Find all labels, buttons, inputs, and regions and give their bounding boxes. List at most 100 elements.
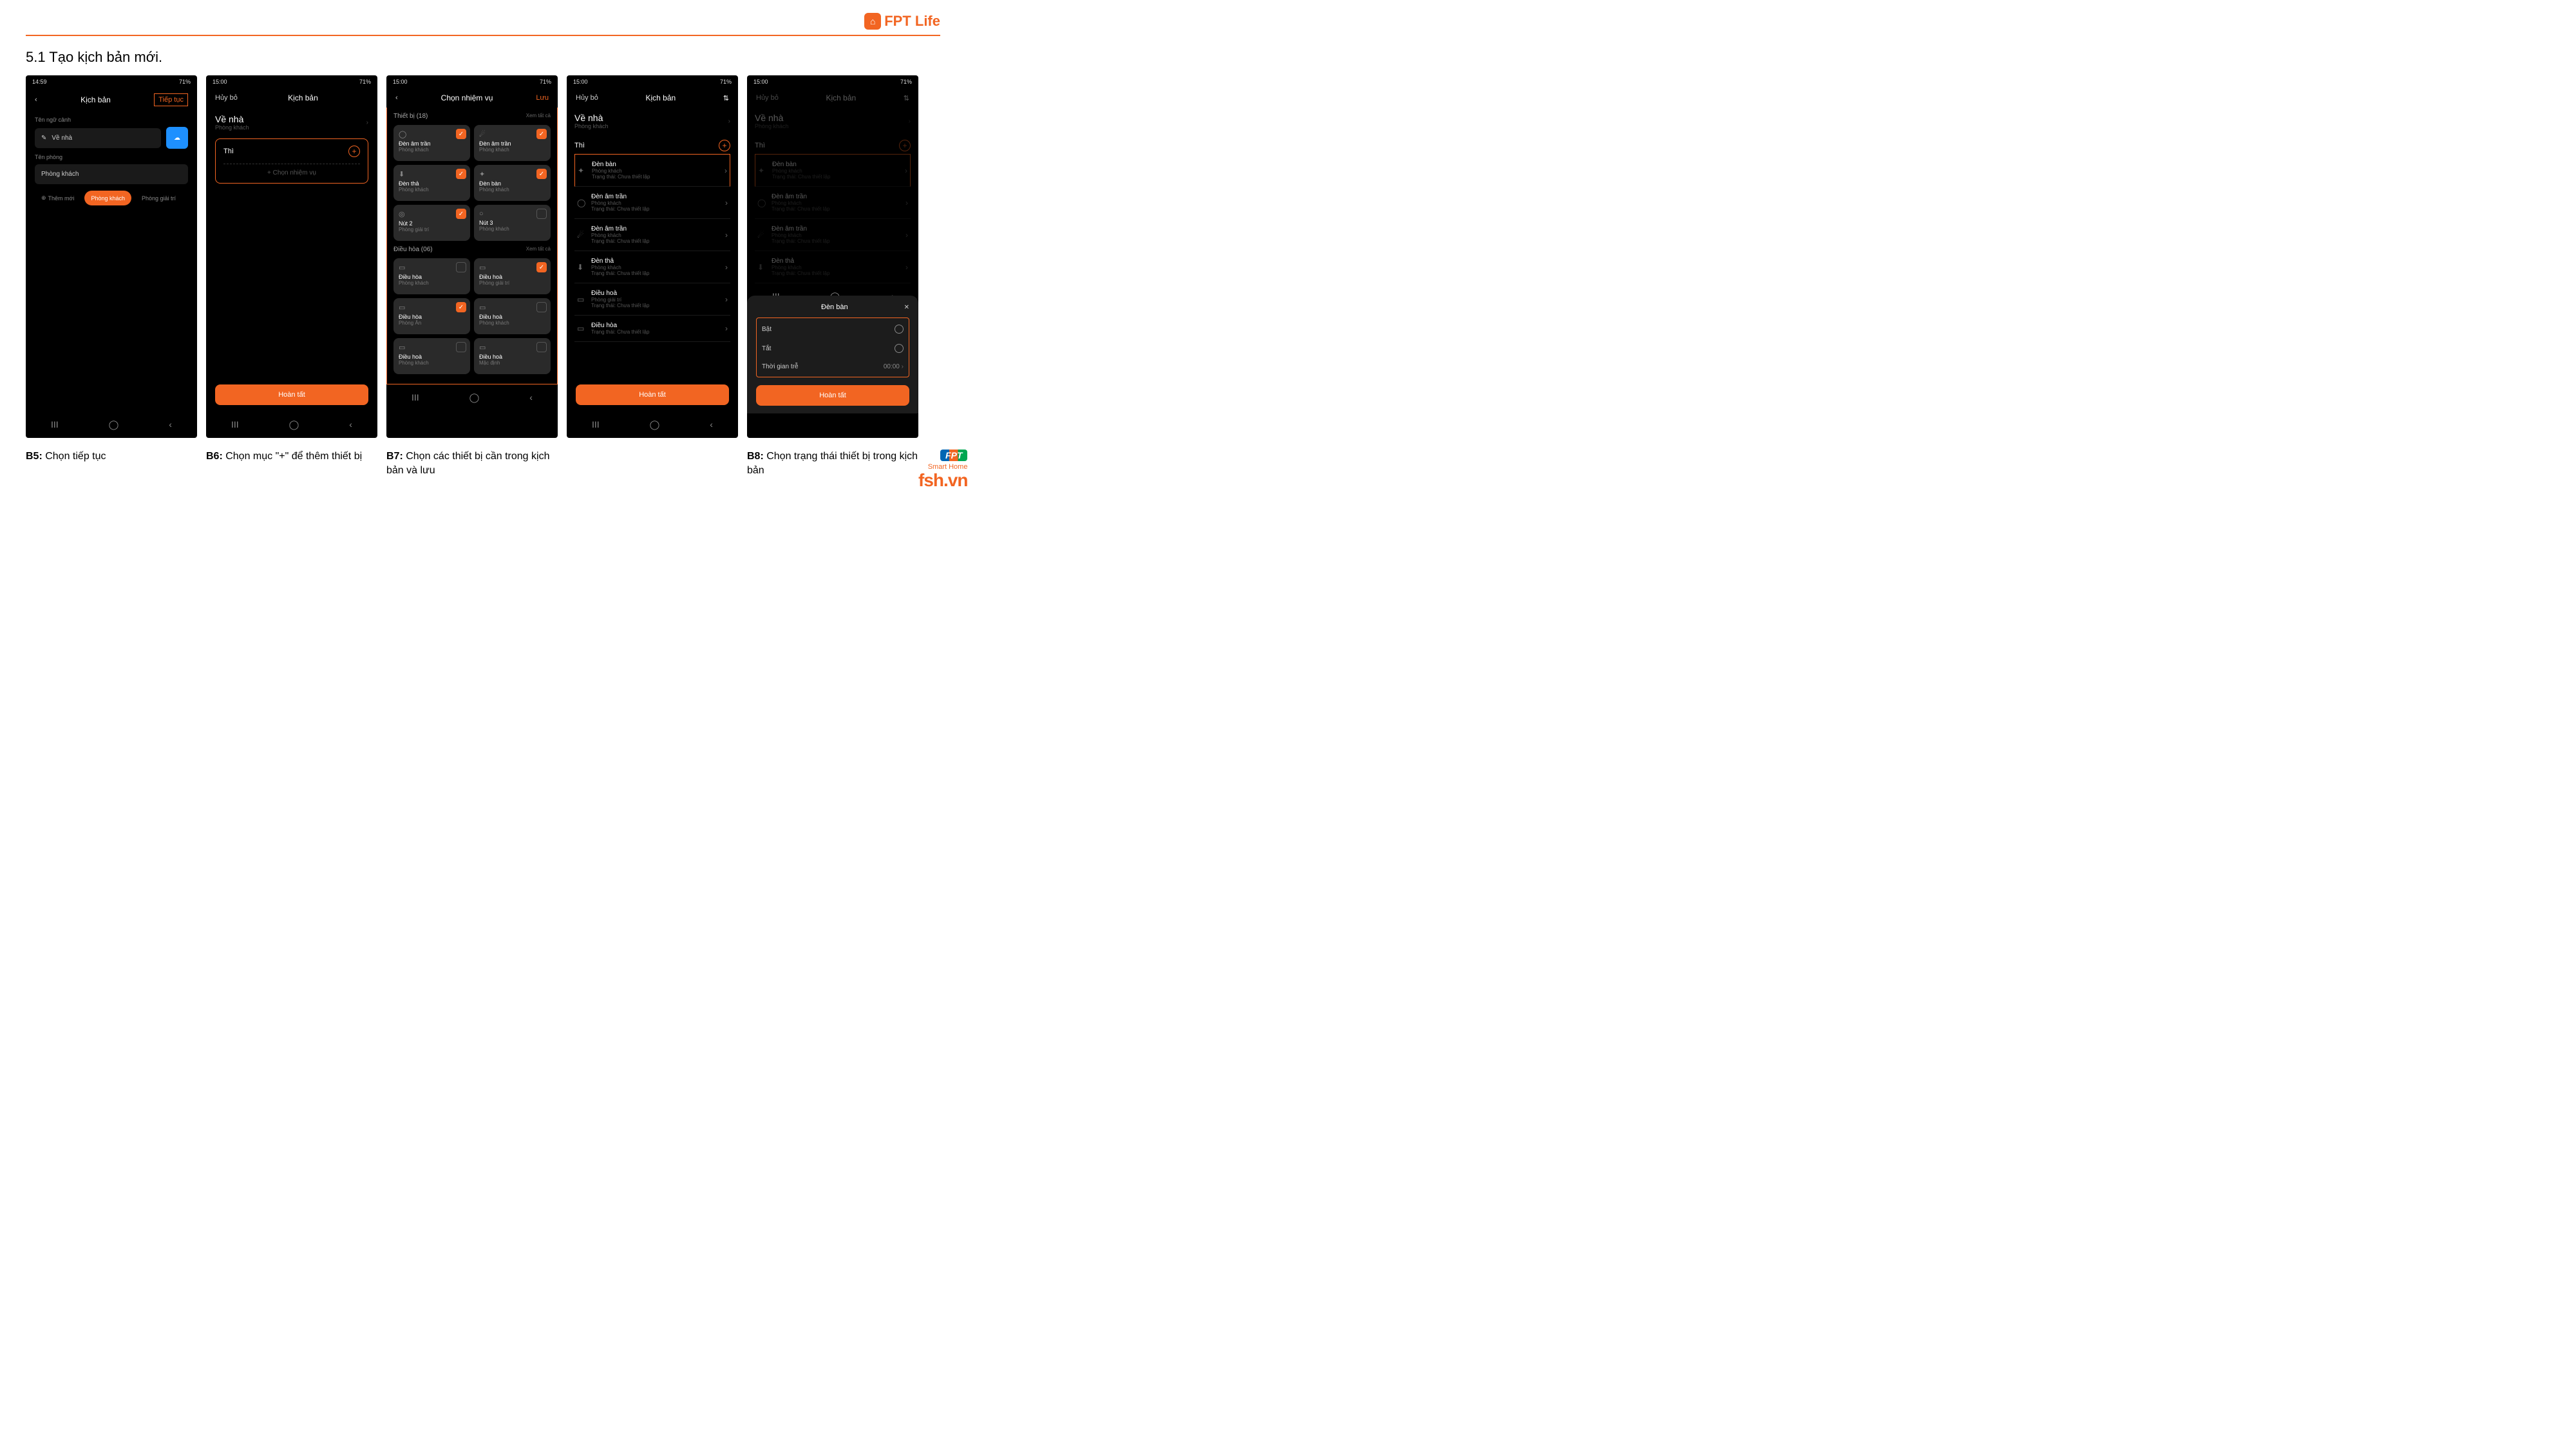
radio-icon [895,325,904,334]
device-state-sheet: Đèn bàn✕ Bật Tắt Thời gian trễ00:00 › Ho… [747,296,918,413]
chip-room-active[interactable]: Phòng khách [84,191,131,205]
add-device-button[interactable]: + [719,140,730,151]
close-icon[interactable]: ✕ [904,304,909,311]
device-row[interactable]: ▭Điều hòaTrạng thái: Chưa thiết lập› [574,316,730,342]
back-button[interactable]: ‹ [395,94,398,102]
chevron-right-icon: › [725,295,728,304]
cancel-button[interactable]: Hủy bỏ [215,94,238,102]
add-device-button[interactable]: + [348,146,360,157]
screenshot-b8-sheet: 15:0071% Hủy bỏ Kịch bản ⇅ Về nhàPhòng k… [747,75,918,438]
done-button[interactable]: Hoàn tất [756,385,909,406]
context-name-input[interactable]: ✎Về nhà [35,128,161,148]
chevron-right-icon: › [725,324,728,333]
device-icon: ⬇ [757,263,772,272]
checkbox[interactable] [536,302,547,312]
scene-name: Về nhà [215,114,249,124]
device-card[interactable]: ▭Điều hoàMặc định [474,338,551,374]
checkbox[interactable] [456,342,466,352]
chevron-right-icon[interactable]: › [366,119,368,126]
device-card[interactable]: ▭Điều hòaPhòng khách [393,258,470,294]
chevron-right-icon: › [725,263,728,272]
screenshot-b5: 14:5971% ‹ Kịch bản Tiếp tục Tên ngữ cản… [26,75,197,438]
device-card[interactable]: ▭Điều hoàPhòng khách [393,338,470,374]
save-button[interactable]: Lưu [536,94,549,102]
device-row[interactable]: ☄Đèn âm trầnPhòng kháchTrạng thái: Chưa … [755,219,911,251]
room-name-input[interactable]: Phòng khách [35,164,188,184]
device-card[interactable]: ✦Đèn bànPhòng khách✓ [474,165,551,201]
view-all-link[interactable]: Xem tất cả [526,246,551,253]
sheet-title: Đèn bàn [765,303,904,311]
device-icon: ▭ [399,263,465,272]
done-button[interactable]: Hoàn tất [576,384,729,405]
icon-picker-button[interactable]: ☁ [166,127,188,149]
reorder-icon[interactable]: ⇅ [723,94,729,102]
chevron-right-icon: › [905,198,908,207]
checkbox[interactable]: ✓ [536,129,547,139]
caption-b5: B5: Chọn tiếp tục [26,450,197,478]
device-icon: ⬇ [399,170,465,178]
option-delay[interactable]: Thời gian trễ00:00 › [762,358,904,375]
device-icon: ◎ [399,210,465,218]
option-on[interactable]: Bật [762,319,904,339]
checkbox[interactable] [536,342,547,352]
chip-add-new[interactable]: ⊕Thêm mới [35,191,80,205]
add-task-placeholder[interactable]: + Chọn nhiệm vụ [223,164,360,176]
device-row[interactable]: ⬇Đèn thảPhòng kháchTrạng thái: Chưa thiế… [755,251,911,283]
device-icon: ○ [479,210,545,218]
device-card[interactable]: ◎Nút 2Phòng giải trí✓ [393,205,470,241]
option-off[interactable]: Tắt [762,339,904,358]
section-title: 5.1 Tạo kịch bản mới. [26,49,940,66]
context-name-label: Tên ngữ cảnh [35,117,188,123]
device-card[interactable]: ⬇Đèn thảPhòng khách✓ [393,165,470,201]
header-title: Kịch bản [288,93,318,102]
pencil-icon: ✎ [41,135,46,142]
device-icon: ▭ [399,303,465,312]
checkbox[interactable]: ✓ [456,302,466,312]
device-card[interactable]: ▭Điều hoàPhòng giải trí✓ [474,258,551,294]
checkbox[interactable] [536,209,547,219]
caption-b8: B8: Chọn trạng thái thiết bị trong kịch … [747,450,918,478]
chip-room[interactable]: Phòng giải trí [135,191,182,205]
radio-icon [895,344,904,353]
device-card[interactable]: ○Nút 3Phòng khách [474,205,551,241]
checkbox[interactable]: ✓ [456,209,466,219]
brand-logo: ⌂ FPT Life [864,13,940,30]
done-button[interactable]: Hoàn tất [215,384,368,405]
device-card[interactable]: ☄Đèn âm trầnPhòng khách✓ [474,125,551,161]
thi-label: Thì [223,147,234,155]
device-row[interactable]: ▭Điều hoàPhòng giải tríTrạng thái: Chưa … [574,283,730,316]
checkbox[interactable] [456,262,466,272]
device-row[interactable]: ☄Đèn âm trầnPhòng kháchTrạng thái: Chưa … [574,219,730,251]
device-icon: ◯ [757,198,772,207]
device-card[interactable]: ▭Điều hòaPhòng Ăn✓ [393,298,470,334]
android-navbar: III◯‹ [26,412,197,438]
checkbox[interactable]: ✓ [536,169,547,179]
device-row[interactable]: ✦Đèn bànPhòng kháchTrạng thái: Chưa thiế… [755,154,911,187]
room-name-label: Tên phòng [35,154,188,160]
checkbox[interactable]: ✓ [456,129,466,139]
group-label: Thiết bị (18) [393,113,428,120]
device-row[interactable]: ✦Đèn bànPhòng kháchTrạng thái: Chưa thiế… [574,154,730,187]
checkbox[interactable]: ✓ [536,262,547,272]
chip-room[interactable]: P... [186,191,188,205]
back-button[interactable]: ‹ [35,96,37,104]
checkbox[interactable]: ✓ [456,169,466,179]
view-all-link[interactable]: Xem tất cả [526,113,551,120]
cancel-button[interactable]: Hủy bỏ [576,94,598,102]
status-time: 14:59 [32,79,47,85]
device-row[interactable]: ◯Đèn âm trầnPhòng kháchTrạng thái: Chưa … [574,187,730,219]
device-row[interactable]: ⬇Đèn thảPhòng kháchTrạng thái: Chưa thiế… [574,251,730,283]
caption-b6: B6: Chọn mục "+" để thêm thiết bị [206,450,377,478]
device-icon: ☄ [577,231,591,240]
cloud-icon: ☁ [174,135,180,142]
device-icon: ▭ [479,343,545,352]
device-card[interactable]: ◯Đèn âm trầnPhòng khách✓ [393,125,470,161]
chevron-right-icon: › [724,166,727,175]
plus-icon: ⊕ [41,194,46,202]
device-card[interactable]: ▭Điều hoàPhòng khách [474,298,551,334]
continue-button[interactable]: Tiếp tục [154,93,188,106]
caption-b7: B7: Chọn các thiết bị cần trong kịch bản… [386,450,558,478]
chevron-right-icon: › [725,198,728,207]
device-row[interactable]: ◯Đèn âm trầnPhòng kháchTrạng thái: Chưa … [755,187,911,219]
header-title: Chọn nhiệm vụ [441,93,493,102]
